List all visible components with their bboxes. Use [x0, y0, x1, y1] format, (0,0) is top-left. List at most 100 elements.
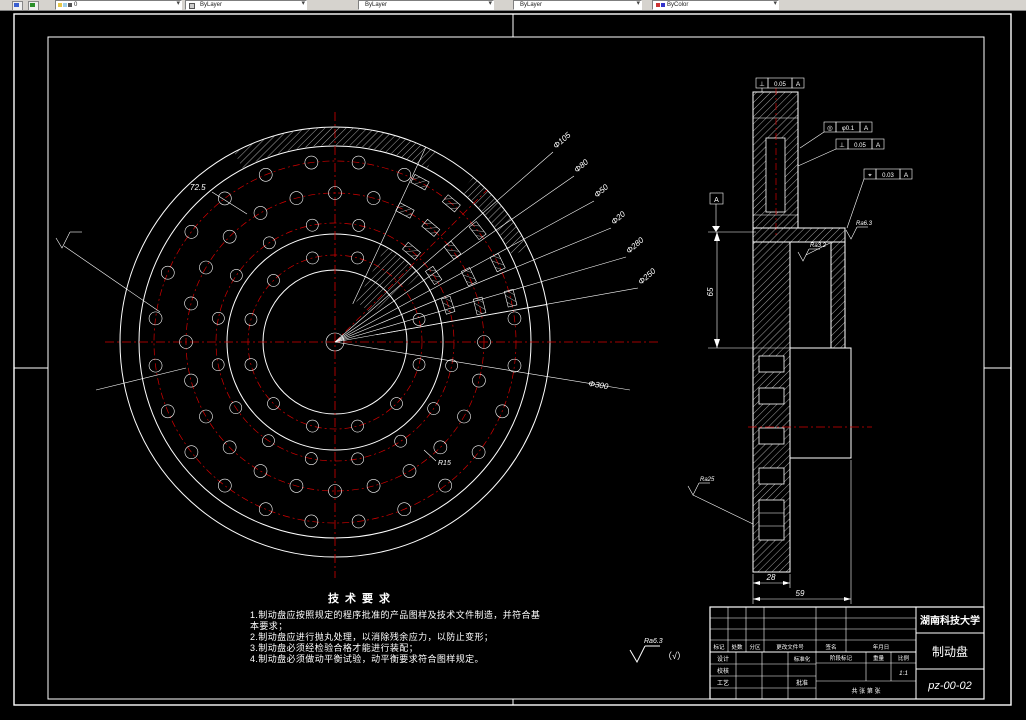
- weight-label: 重量: [873, 654, 885, 662]
- dim-height-label: 65: [706, 287, 715, 296]
- chevron-down-icon: ▾: [176, 0, 180, 7]
- rev-header: 标记: [713, 643, 725, 651]
- drawing-number: pz-00-02: [927, 680, 971, 692]
- toolbar: 0 ▾ ByLayer ▾ ByLayer ▾ ByLayer ▾ ByColo…: [0, 0, 1026, 11]
- tech-requirement-item: 3.制动盘必须经检验合格才能进行装配；: [250, 643, 419, 653]
- tolerance-value: 0.05: [774, 82, 786, 88]
- roughness-symbol-left: [55, 231, 161, 313]
- plotstyle-value: ByColor: [667, 2, 689, 8]
- dim-label: Φ50: [592, 182, 610, 199]
- vent-slot: [460, 267, 477, 287]
- bolt-hole: [304, 514, 319, 529]
- bolt-hole: [351, 419, 364, 433]
- rev-header: 更改文件号: [776, 643, 804, 651]
- vent-slot-pattern: [395, 174, 518, 316]
- bolt-hole: [390, 397, 403, 410]
- tech-requirement-item: 2.制动盘应进行抛丸处理，以消除残余应力，以防止变形；: [250, 632, 494, 642]
- bolt-hole: [397, 167, 412, 182]
- tolerance-symbol: ⊥: [839, 142, 845, 149]
- bolt-hole: [199, 409, 213, 424]
- bolt-hole: [352, 219, 366, 232]
- bolt-hole: [160, 265, 175, 280]
- tolerance-value: φ0.1: [842, 126, 855, 132]
- bolt-hole: [267, 397, 280, 410]
- rev-header: 处数: [731, 643, 743, 651]
- lineweight-value: ByLayer: [520, 2, 543, 8]
- staff-label: 批准: [796, 679, 808, 687]
- datum-label: A: [714, 197, 719, 204]
- chevron-down-icon: ▾: [488, 0, 492, 7]
- grid-icon[interactable]: [12, 1, 23, 11]
- dim-width-outer-label: 59: [796, 589, 805, 598]
- vent-slot: [402, 241, 421, 260]
- tolerance-symbol: ◎: [827, 125, 833, 132]
- linetype-dropdown[interactable]: ByLayer ▾: [358, 0, 494, 10]
- bolt-hole: [412, 358, 426, 371]
- bolt-hole: [184, 445, 199, 459]
- sheet-label: 共 张 第 张: [851, 687, 880, 695]
- bolt-hole: [184, 373, 198, 388]
- tech-requirement-item: 4.制动盘必须做动平衡试验，动平衡要求符合图样规定。: [250, 654, 484, 664]
- dim-label: Φ300: [588, 379, 610, 391]
- tolerance-datum: A: [864, 125, 869, 132]
- vent-slot: [395, 202, 415, 219]
- rev-header: 签名: [825, 643, 836, 651]
- roughness-symbol-bottom-left: Ra25: [687, 477, 754, 525]
- datum-symbol: A: [709, 192, 724, 232]
- bore-window: [765, 137, 786, 213]
- staff-label: 工艺: [717, 679, 729, 687]
- title-block: 标记 处数 分区 更改文件号 签名 年月日 设计 校核 工艺 标准化 批准 阶段…: [709, 606, 985, 700]
- linetype-value: ByLayer: [365, 2, 388, 8]
- tech-requirement-item: 1.制动盘应按照规定的程序批准的产品图样及技术文件制造，并符合基本要求；: [250, 610, 541, 631]
- dim-label: Φ105: [551, 130, 572, 150]
- vent-slot: [425, 265, 443, 286]
- part-name: 制动盘: [932, 644, 968, 659]
- color-value: ByLayer: [200, 2, 223, 8]
- roughness-label: Ra3.2: [810, 243, 827, 249]
- bolt-hole: [212, 311, 225, 325]
- tech-requirements-title: 技术要求: [328, 593, 396, 605]
- general-roughness-label: Ra6.3: [644, 638, 663, 645]
- vent-slot: [441, 194, 461, 213]
- bolt-hole: [218, 478, 232, 493]
- roughness-label: Ra6.3: [856, 221, 873, 227]
- chevron-down-icon: ▾: [301, 0, 305, 7]
- radius-label: R15: [438, 460, 451, 467]
- roughness-symbol-mid: Ra3.2: [797, 242, 831, 262]
- bolt-hole: [148, 311, 163, 326]
- tolerance-value: 0.05: [854, 143, 866, 149]
- bolt-hole: [412, 313, 426, 326]
- chevron-down-icon: ▾: [773, 0, 777, 7]
- rev-header: 分区: [749, 643, 761, 651]
- tolerance-datum: A: [796, 81, 801, 88]
- section-hatch-areas: [234, 127, 547, 343]
- bolt-hole: [471, 445, 486, 459]
- layers-icon[interactable]: [28, 1, 39, 11]
- staff-label: 设计: [717, 655, 729, 663]
- bolt-hole: [366, 479, 381, 493]
- lineweight-dropdown[interactable]: ByLayer ▾: [513, 0, 642, 10]
- color-dropdown[interactable]: ByLayer ▾: [185, 0, 307, 10]
- bolt-hole: [472, 373, 486, 388]
- bolt-hole: [351, 251, 364, 265]
- tolerance-symbol: ⊥: [759, 81, 765, 88]
- stage-label: 阶段标记: [830, 654, 853, 662]
- vent-slot: [410, 174, 430, 191]
- plotstyle-dropdown[interactable]: ByColor ▾: [652, 0, 779, 10]
- general-roughness-note: Ra6.3 （√）: [629, 638, 686, 664]
- bolt-hole: [394, 434, 407, 448]
- roughness-label: Ra25: [700, 477, 715, 483]
- technical-requirements: 技术要求 1.制动盘应按照规定的程序批准的产品图样及技术文件制造，并符合基本要求…: [250, 590, 542, 665]
- layer-dropdown[interactable]: 0 ▾: [55, 0, 182, 10]
- vent-slot: [441, 295, 456, 315]
- bolt-hole: [351, 452, 365, 466]
- rev-header: 年月日: [873, 643, 890, 651]
- staff-label: 标准化: [794, 655, 811, 663]
- bolt-hole: [253, 206, 268, 220]
- chevron-down-icon: ▾: [636, 0, 640, 7]
- general-roughness-paren: （√）: [663, 651, 686, 661]
- side-pocket: [789, 347, 852, 459]
- scale-label: 比例: [898, 654, 910, 662]
- tolerance-symbol: ⌖: [868, 172, 872, 179]
- roughness-symbol-right: Ra6.3: [845, 221, 873, 240]
